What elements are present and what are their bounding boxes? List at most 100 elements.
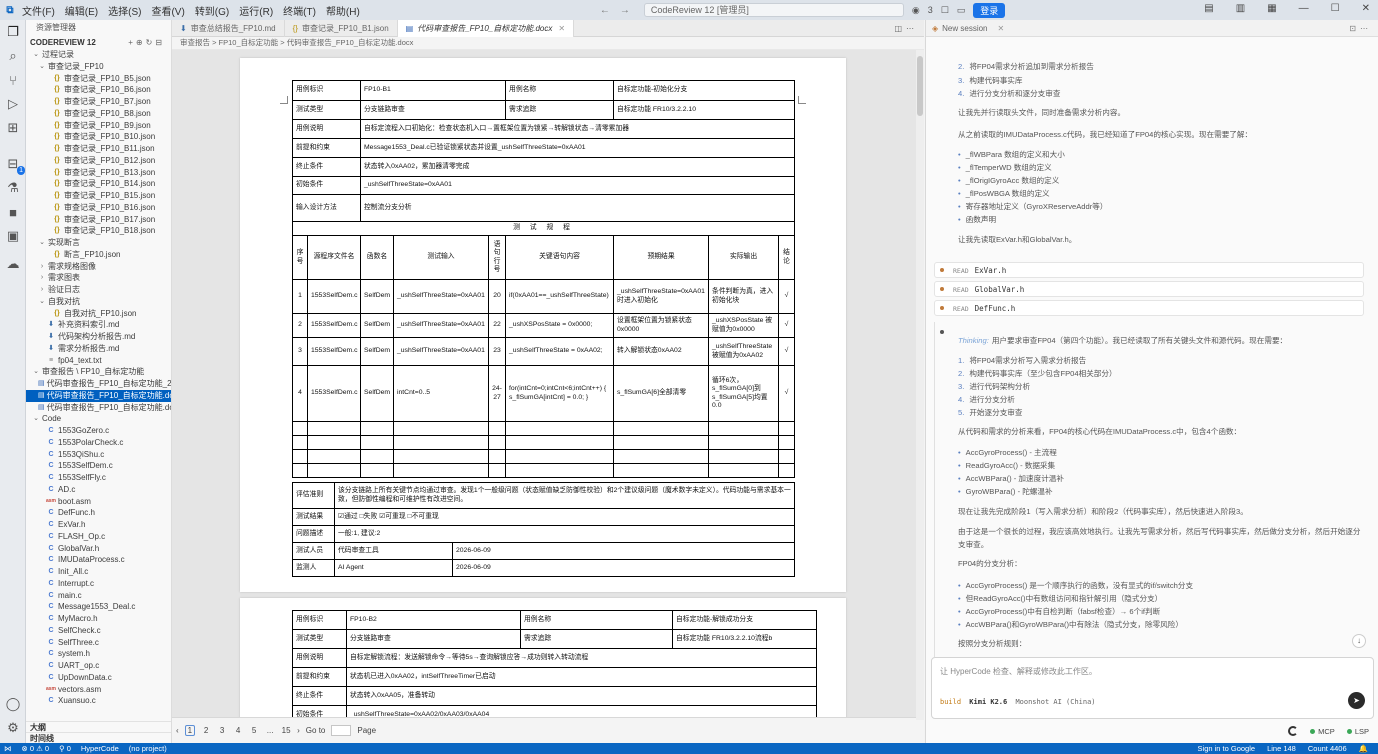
menu-go[interactable]: 转到(G) [195,3,229,18]
tree-file[interactable]: {} 审查记录_FP10_B9.json [26,120,171,132]
tree-file[interactable]: asm vectors.asm [26,684,171,696]
extensions-badge-icon[interactable]: ⊟ 1 [5,156,25,175]
tree-file[interactable]: C 1553SelfFly.c [26,472,171,484]
page-15-button[interactable]: 15 [281,726,291,735]
breadcrumb[interactable]: 审查报告 > FP10_自标定功能 > 代码审查报告_FP10_自标定功能.do… [172,37,924,49]
tree-file[interactable]: C SelfCheck.c [26,625,171,637]
tree-file[interactable]: C 1553QiShu.c [26,449,171,461]
tree-file[interactable]: ▤代码审查报告_FP10_自标定功能.docx.b... [26,402,171,414]
tab-summary-md[interactable]: ⬇ 审查总结报告_FP10.md [172,20,285,37]
tree-folder[interactable]: ⌄ 过程记录 [26,49,171,61]
line-indicator[interactable]: Line 148 [1267,744,1296,753]
tree-file[interactable]: {} 审查记录_FP10_B17.json [26,214,171,226]
remote-icon[interactable]: ☁ [5,256,21,272]
timeline-section[interactable]: 时间线 [26,732,171,743]
project-status[interactable]: (no project) [129,744,167,753]
tree-folder[interactable]: › 需求图表 [26,272,171,284]
chat-input-box[interactable]: 让 HyperCode 检查、解释或修改此工作区。 build Kimi K2.… [931,657,1374,719]
tree-folder[interactable]: ⌄ 自我对抗 [26,296,171,308]
tab-report-docx[interactable]: ▤ 代码审查报告_FP10_自标定功能.docx ✕ [397,20,575,37]
extensions-icon[interactable]: ⊞ [5,120,21,136]
tree-file[interactable]: Cmain.c [26,590,171,602]
hypercode-status[interactable]: HyperCode [81,744,119,753]
more-options-icon[interactable]: ⋯ [1360,24,1372,33]
mcp-status[interactable]: MCP [1310,727,1335,736]
tree-file[interactable]: asm boot.asm [26,496,171,508]
tree-folder[interactable]: ⌄ 审查报告 \ FP10_自标定功能 [26,366,171,378]
tree-file[interactable]: C Xuansuo.c [26,695,171,707]
tree-file[interactable]: C GlobalVar.h [26,543,171,555]
count-indicator[interactable]: Count 4406 [1308,744,1347,753]
panel-toggle-icon[interactable]: ▤ [1204,3,1213,14]
tree-file[interactable]: C IMUDataProcess.c [26,554,171,566]
more-icon[interactable]: ⋯ [906,24,918,33]
new-file-icon[interactable]: + [128,38,136,47]
lock-icon[interactable]: ⊡ [1349,24,1360,33]
workspace-header[interactable]: CODEREVIEW 12 +⊕↻⊟ [26,36,171,49]
forward-arrow-icon[interactable]: → [620,5,630,16]
docker-icon[interactable]: ▣ [5,228,21,244]
tool-read-row[interactable]: READ DefFunc.h [934,300,1364,316]
tree-folder[interactable]: ⌄ Code [26,413,171,425]
collapse-icon[interactable]: ⊟ [155,38,165,47]
menu-run[interactable]: 运行(R) [239,3,273,18]
tree-file[interactable]: {} 审查记录_FP10_B11.json [26,143,171,155]
tab-record-json[interactable]: {} 审查记录_FP10_B1.json [285,20,398,37]
tree-file[interactable]: C FLASH_Op.c [26,531,171,543]
google-signin[interactable]: Sign in to Google [1198,744,1256,753]
tree-file[interactable]: {} 审查记录_FP10_B6.json [26,84,171,96]
tree-file[interactable]: C Init_All.c [26,566,171,578]
tree-file[interactable]: ⬇ 需求分析报告.md [26,343,171,355]
next-page-icon[interactable]: › [297,726,300,735]
page-2-button[interactable]: 2 [201,726,211,735]
scroll-down-icon[interactable]: ↓ [1352,634,1366,648]
sidebar-toggle-icon[interactable]: ▥ [1236,3,1245,14]
tree-folder[interactable]: ⌄ 实现断言 [26,237,171,249]
chat-session-tab[interactable]: ◈ New session ✕ [932,24,1004,33]
menu-help[interactable]: 帮助(H) [326,3,360,18]
tree-file[interactable]: {} 审查记录_FP10_B5.json [26,73,171,85]
hypercode-icon[interactable]: ■ [5,204,21,220]
tree-file[interactable]: ▤ 代码审查报告_FP10_自标定功能.docx [26,389,171,402]
page-3-button[interactable]: 3 [217,726,227,735]
tree-file[interactable]: {} 审查记录_FP10_B16.json [26,202,171,214]
explorer-icon[interactable]: ❐ [5,24,21,40]
outline-section[interactable]: 大纲 [26,721,171,732]
copilot-icon[interactable]: ◉ [912,5,920,16]
maximize-icon[interactable]: ☐ [1331,3,1340,14]
tree-file[interactable]: C 1553SelfDem.c [26,460,171,472]
tree-file[interactable]: ▤代码审查报告_FP10_自标定功能_2.docx [26,378,171,390]
tree-file[interactable]: {} 自我对抗_FP10.json [26,308,171,320]
page-5-button[interactable]: 5 [249,726,259,735]
tool-read-row[interactable]: READ GlobalVar.h [934,281,1364,297]
mode-label[interactable]: build [940,698,961,706]
tree-file[interactable]: C SelfThree.c [26,637,171,649]
source-control-icon[interactable]: ⑂ [5,72,21,88]
chat-input-placeholder[interactable]: 让 HyperCode 检查、解释或修改此工作区。 [940,666,1097,677]
tree-file[interactable]: {} 审查记录_FP10_B13.json [26,167,171,179]
send-button[interactable]: ➤ [1348,692,1365,709]
chat-icon[interactable]: ☐ [941,5,949,16]
tree-file[interactable]: C AD.c [26,484,171,496]
account-icon[interactable]: ◯ [5,696,21,712]
tree-file[interactable]: C Message1553_Deal.c [26,601,171,613]
model-selector[interactable]: build Kimi K2.6 Moonshot AI (China) [940,698,1096,706]
editor-scrollbar[interactable] [916,50,924,720]
close-window-icon[interactable]: ✕ [1362,3,1370,14]
search-icon[interactable]: ⌕ [5,48,21,64]
tree-file[interactable]: ≡ fp04_text.txt [26,355,171,367]
tree-file[interactable]: ⬇ 补充资料索引.md [26,319,171,331]
tree-file[interactable]: C Interrupt.c [26,578,171,590]
menu-selection[interactable]: 选择(S) [108,3,141,18]
problems-indicator[interactable]: ⊗ 0 ⚠ 0 [22,744,50,753]
tool-read-row[interactable]: READ ExVar.h [934,262,1364,278]
minimize-icon[interactable]: — [1299,3,1309,14]
login-button[interactable]: 登录 [973,2,1006,18]
tree-file[interactable]: ⬇ 代码架构分析报告.md [26,331,171,343]
close-session-icon[interactable]: ✕ [998,24,1005,33]
close-tab-icon[interactable]: ✕ [558,24,565,33]
tree-file[interactable]: {} 审查记录_FP10_B12.json [26,155,171,167]
tree-file[interactable]: C UART_op.c [26,660,171,672]
menu-view[interactable]: 查看(V) [151,3,184,18]
split-icon[interactable]: ◫ [894,24,906,33]
